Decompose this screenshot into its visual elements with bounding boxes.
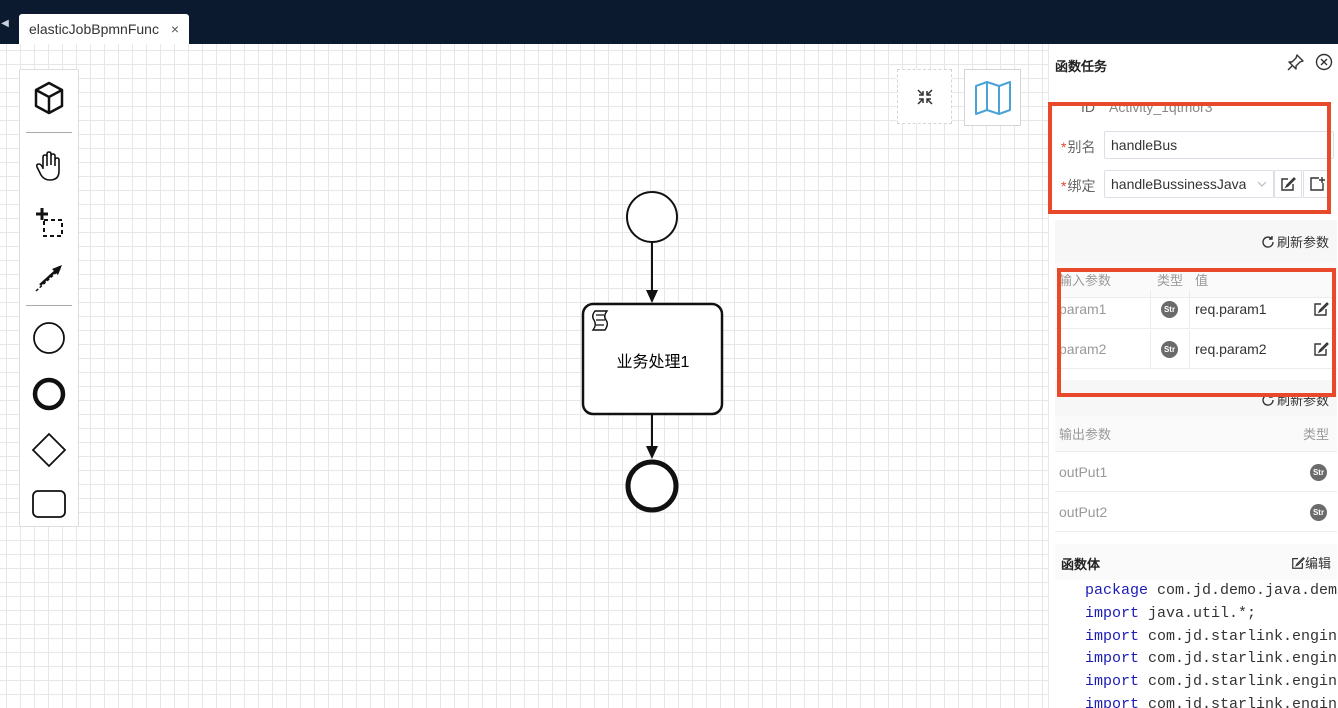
bpmn-canvas[interactable] — [0, 44, 1048, 708]
output-param-row: outPut2 Str — [1055, 493, 1337, 532]
script-task-icon — [591, 310, 609, 331]
tab-elastic-job-bpmn-func[interactable]: elasticJobBpmnFunc × — [19, 14, 189, 44]
code-text: com.jd.starlink.engine — [1139, 650, 1337, 668]
tab-scroll-left-icon[interactable]: ◀ — [0, 16, 10, 32]
panel-title: 函数任务 — [1055, 59, 1108, 74]
hand-tool-icon[interactable] — [20, 145, 78, 189]
output-param-row: outPut1 Str — [1055, 453, 1337, 492]
code-keyword: import — [1085, 627, 1140, 645]
tab-label: elasticJobBpmnFunc — [29, 21, 159, 37]
code-text: com.jd.starlink.engine — [1139, 695, 1337, 708]
code-text: com.jd.demo.java.demo — [1148, 582, 1337, 599]
task-icon[interactable] — [20, 482, 78, 526]
start-event[interactable] — [626, 191, 678, 243]
output-name: outPut2 — [1059, 504, 1108, 520]
str-icon: Str — [1310, 503, 1327, 521]
code-keyword: package — [1085, 582, 1149, 599]
code-keyword: import — [1085, 695, 1140, 708]
palette-separator — [26, 132, 72, 133]
code-keyword: import — [1085, 650, 1140, 668]
tool-palette — [19, 69, 79, 527]
close-circle-icon[interactable] — [1315, 53, 1333, 71]
top-tab-bar: ◀ elasticJobBpmnFunc × — [0, 0, 1338, 44]
highlight-box — [1057, 268, 1336, 397]
fit-view-button[interactable] — [897, 69, 952, 124]
highlight-box — [1048, 102, 1331, 214]
str-type-badge: Str — [1310, 493, 1327, 531]
refresh-input-params-button[interactable]: 刷新参数 — [1261, 232, 1329, 251]
code-line: import com.jd.starlink.engine — [1055, 626, 1337, 649]
code-line: import java.util.*; — [1055, 603, 1337, 626]
code-line: import com.jd.starlink.engine — [1055, 648, 1337, 671]
code-editor[interactable]: package com.jd.demo.java.demo import jav… — [1055, 580, 1337, 708]
end-event-icon[interactable] — [20, 372, 78, 416]
code-keyword: import — [1085, 604, 1140, 622]
edit-label: 编辑 — [1304, 556, 1331, 571]
code-line: import com.jd.starlink.engine — [1055, 694, 1337, 708]
code-text: java.util.*; — [1139, 604, 1257, 622]
output-name: outPut1 — [1059, 464, 1108, 480]
tab-close-icon[interactable]: × — [171, 21, 179, 37]
arrowhead-1 — [646, 290, 658, 303]
header-type: 类型 — [1303, 427, 1330, 442]
arrowhead-2 — [646, 446, 658, 459]
map-icon — [974, 80, 1011, 115]
header-output-param: 输出参数 — [1059, 427, 1112, 442]
gateway-icon[interactable] — [20, 428, 78, 472]
palette-separator — [26, 305, 72, 306]
function-body-title: 函数体 — [1061, 557, 1101, 572]
connect-tool-icon[interactable] — [20, 256, 78, 300]
refresh-label: 刷新参数 — [1276, 235, 1329, 250]
code-text: com.jd.starlink.engine — [1139, 673, 1337, 691]
function-body-header: 函数体 编辑 — [1055, 544, 1337, 580]
code-line: import com.jd.starlink.engine — [1055, 671, 1337, 694]
edit-function-button[interactable]: 编辑 — [1291, 553, 1331, 572]
end-event[interactable] — [625, 459, 679, 513]
pin-icon[interactable] — [1287, 53, 1305, 71]
code-line: package com.jd.demo.java.demo — [1055, 580, 1337, 603]
collapse-icon — [916, 88, 933, 105]
code-text: com.jd.starlink.engine — [1139, 627, 1337, 645]
str-type-badge: Str — [1310, 453, 1327, 491]
str-icon: Str — [1310, 463, 1327, 481]
code-keyword: import — [1085, 673, 1140, 691]
input-params-toolbar: 刷新参数 — [1055, 220, 1337, 262]
output-params-header: 输出参数 类型 — [1055, 416, 1337, 452]
lasso-tool-icon[interactable] — [20, 201, 78, 245]
start-event-icon[interactable] — [20, 316, 78, 360]
refresh-icon — [1262, 235, 1274, 248]
task-label: 业务处理1 — [616, 354, 690, 371]
create-icon[interactable] — [20, 76, 78, 120]
edit-icon — [1292, 556, 1305, 569]
minimap-button[interactable] — [964, 69, 1021, 126]
